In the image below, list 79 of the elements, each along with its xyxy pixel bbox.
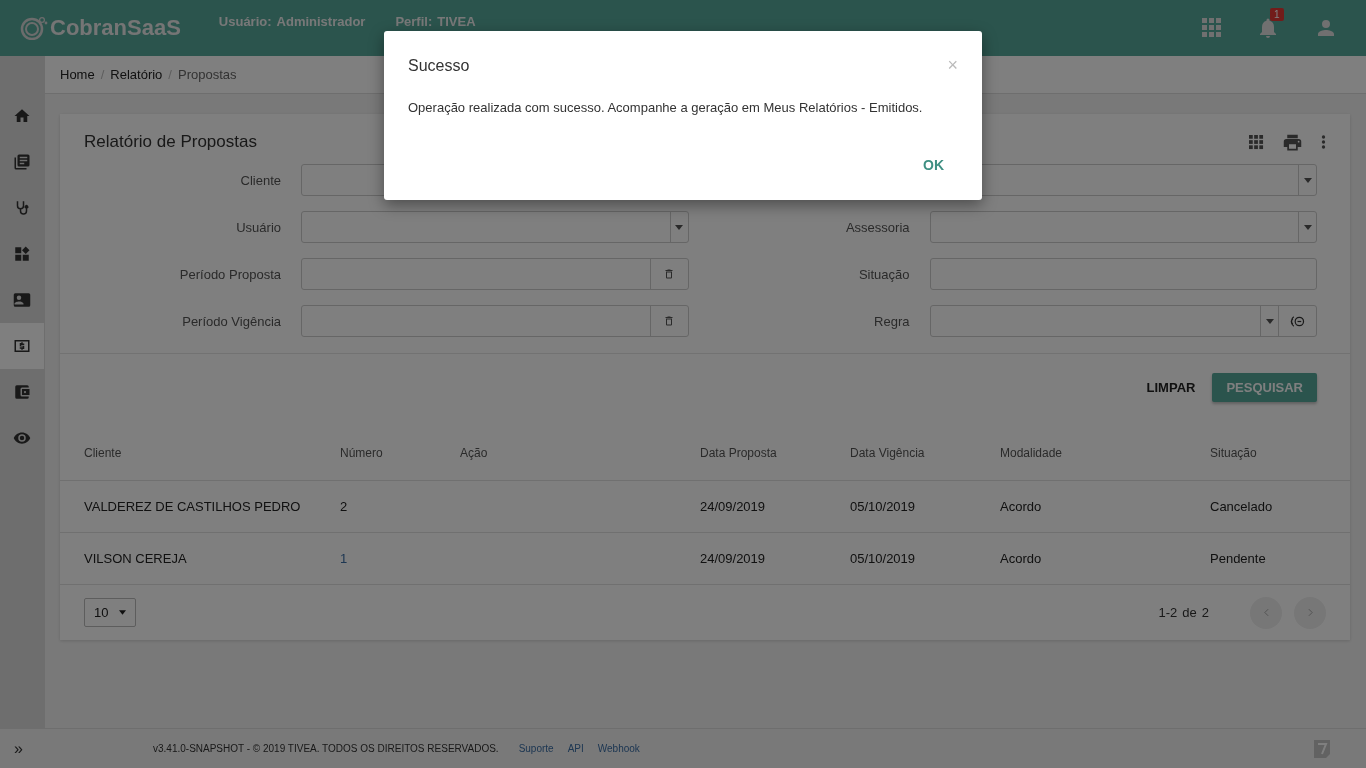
search-button[interactable]: PESQUISAR bbox=[1212, 373, 1317, 402]
expand-sidebar-button[interactable]: » bbox=[14, 739, 153, 758]
ok-button[interactable]: OK bbox=[915, 153, 952, 177]
footer-link[interactable]: Webhook bbox=[597, 743, 640, 754]
user-name: Administrador bbox=[276, 14, 366, 29]
grid-view-icon[interactable] bbox=[1249, 134, 1264, 150]
table-cell-text: 05/10/2019 bbox=[850, 499, 917, 514]
field-label: Cliente bbox=[240, 172, 281, 188]
dropdown-caret-icon bbox=[119, 610, 126, 615]
contact-card-icon bbox=[13, 291, 31, 309]
dialog-message: Operação realizada com sucesso. Acompanhe a geração em Meus Relatórios - Emitidos. bbox=[408, 100, 924, 115]
dropdown-caret-icon bbox=[1303, 177, 1312, 183]
table-cell-text: 05/10/2019 bbox=[850, 551, 917, 566]
number-link[interactable]: 1 bbox=[340, 551, 460, 566]
card-title: Relatório de Propostas bbox=[84, 132, 258, 152]
page-size-select[interactable]: 10 bbox=[84, 598, 136, 627]
trash-icon[interactable] bbox=[663, 268, 675, 280]
dialog-title: Sucesso bbox=[408, 56, 470, 75]
eye-icon bbox=[13, 429, 31, 447]
table-cell-text: VALDEREZ DE CASTILHOS PEDRO bbox=[84, 499, 302, 514]
field-label: Regra bbox=[874, 313, 910, 329]
close-button[interactable]: × bbox=[947, 55, 958, 76]
field-label: Usuário bbox=[236, 219, 281, 235]
table-cell-text: 24/09/2019 bbox=[700, 551, 767, 566]
table-cell-text: 2 bbox=[340, 499, 349, 514]
chevron-right-icon bbox=[1307, 609, 1313, 616]
field-label: Período Vigência bbox=[182, 313, 281, 329]
brand-mark-icon bbox=[1312, 737, 1332, 760]
dropdown-caret-icon bbox=[1265, 318, 1274, 324]
page-range: 1-2 bbox=[1158, 605, 1178, 620]
footer-link[interactable]: API bbox=[567, 743, 584, 754]
rule-icon[interactable] bbox=[1290, 314, 1305, 328]
date-range-field[interactable] bbox=[301, 305, 689, 337]
copyright-text: v3.41.0-SNAPSHOT - © 2019 TIVEA. TODOS OS DIREITOS RESERVADOS. bbox=[153, 743, 499, 754]
dollar-bill-icon bbox=[13, 337, 31, 355]
column-header[interactable]: Data Proposta bbox=[700, 446, 850, 460]
chevron-left-icon bbox=[1263, 609, 1269, 616]
page-range-separator: de bbox=[1182, 605, 1197, 620]
home-icon bbox=[13, 107, 31, 125]
coin-logo-icon bbox=[20, 16, 48, 40]
field-label: Assessoria bbox=[845, 219, 910, 235]
trash-icon[interactable] bbox=[663, 315, 675, 327]
column-header[interactable]: Modalidade bbox=[1000, 446, 1210, 460]
wallet-icon bbox=[13, 383, 31, 401]
dropdown-caret-icon bbox=[675, 224, 683, 230]
clear-button[interactable]: LIMPAR bbox=[1146, 380, 1196, 395]
table-cell-text: Pendente bbox=[1210, 551, 1267, 566]
table-cell-text: VILSON CEREJA bbox=[84, 551, 188, 566]
date-range-field[interactable] bbox=[301, 258, 689, 290]
text-field[interactable] bbox=[929, 258, 1317, 290]
profile-name: TIVEA bbox=[437, 14, 476, 29]
table-cell-text: Acordo bbox=[1000, 499, 1043, 514]
column-header[interactable]: Cliente bbox=[84, 446, 340, 460]
select-field[interactable] bbox=[929, 211, 1317, 243]
breadcrumb-separator: / bbox=[168, 67, 172, 82]
more-options-icon[interactable] bbox=[1321, 134, 1326, 150]
column-header[interactable]: Ação bbox=[460, 446, 700, 460]
breadcrumb-separator: / bbox=[100, 67, 105, 82]
user-label: Usuário: bbox=[218, 14, 272, 29]
breadcrumb-link[interactable]: Relatório bbox=[110, 67, 163, 82]
field-label: Situação bbox=[858, 266, 910, 282]
sidebar-item[interactable] bbox=[0, 323, 44, 369]
widgets-icon bbox=[13, 245, 31, 263]
select-field[interactable] bbox=[301, 211, 689, 243]
column-header[interactable]: Situação bbox=[1210, 446, 1350, 460]
column-header[interactable]: Número bbox=[340, 446, 460, 460]
document-stack-icon bbox=[13, 153, 31, 171]
notification-count: 1 bbox=[1270, 8, 1284, 21]
table-cell-text: Cancelado bbox=[1210, 499, 1274, 514]
dropdown-caret-icon bbox=[1303, 224, 1312, 230]
table-cell-text: Acordo bbox=[1000, 551, 1043, 566]
breadcrumb-link[interactable]: Home bbox=[60, 67, 95, 82]
select-field[interactable] bbox=[929, 305, 1317, 337]
field-label: Período Proposta bbox=[179, 266, 281, 282]
table-cell-text: 24/09/2019 bbox=[700, 499, 767, 514]
footer-link[interactable]: Suporte bbox=[518, 743, 554, 754]
column-header[interactable]: Data Vigência bbox=[850, 446, 1000, 460]
profile-label: Perfil: bbox=[395, 14, 433, 29]
total-count: 2 bbox=[1201, 605, 1209, 620]
